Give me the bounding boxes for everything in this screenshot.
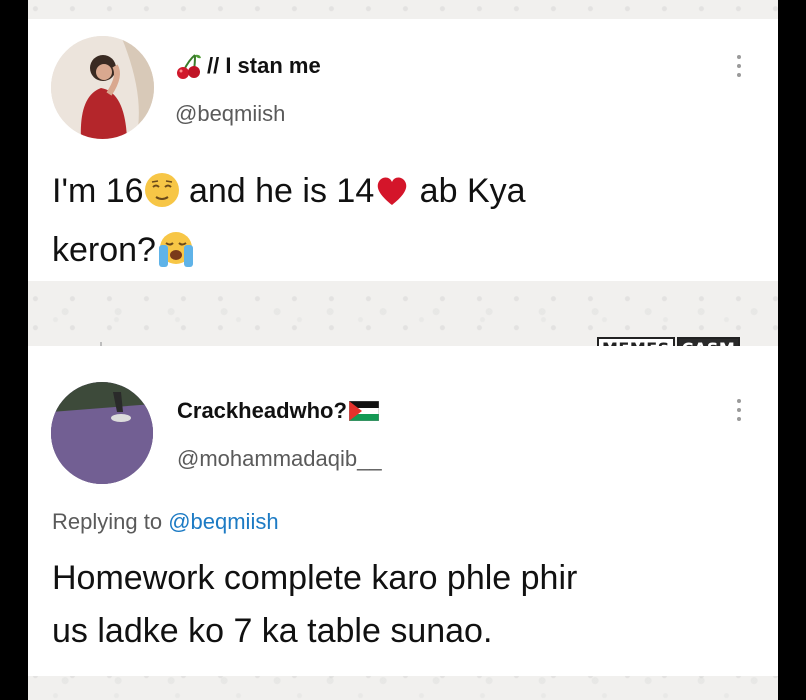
tweet-text-segment: and he is 14 <box>179 172 375 210</box>
display-name[interactable]: Crackheadwho? <box>177 398 347 424</box>
tweet-text-segment: keron? <box>52 231 156 269</box>
palestine-flag-icon <box>348 400 380 422</box>
tweet-text: I'm 16 and he is 14 ab Kya keron? <box>52 165 526 283</box>
avatar[interactable] <box>51 382 153 484</box>
replying-to-handle[interactable]: @beqmiish <box>168 509 278 534</box>
more-options-icon[interactable] <box>734 55 744 83</box>
red-heart-emoji <box>374 171 410 224</box>
reply-text: Homework complete karo phle phir us ladk… <box>52 552 577 658</box>
tweet-card[interactable]: // I stan me @beqmiish I'm 16 and he is … <box>28 19 778 281</box>
avatar[interactable] <box>51 36 154 139</box>
replying-to-label: Replying to <box>52 509 169 534</box>
reply-text-line: Homework complete karo phle phir <box>52 559 578 597</box>
display-name[interactable]: // I stan me <box>207 53 321 79</box>
loudly-crying-face-emoji <box>156 230 196 283</box>
relieved-face-emoji <box>144 171 180 224</box>
handle[interactable]: @mohammadaqib__ <box>177 446 382 472</box>
display-name-row: Crackheadwho? <box>177 396 380 426</box>
replying-to-line: Replying to @beqmiish <box>52 509 279 535</box>
display-name-row: // I stan me <box>175 51 321 81</box>
cherries-icon <box>175 52 203 80</box>
tweet-text-segment: ab Kya <box>410 172 526 210</box>
more-options-icon[interactable] <box>734 399 744 427</box>
handle[interactable]: @beqmiish <box>175 101 285 127</box>
reply-text-line: us ladke ko 7 ka table sunao. <box>52 612 493 650</box>
tweet-text-segment: I'm 16 <box>52 172 144 210</box>
reply-card[interactable]: Crackheadwho? @mohammadaqib__ Replying t… <box>28 346 778 676</box>
